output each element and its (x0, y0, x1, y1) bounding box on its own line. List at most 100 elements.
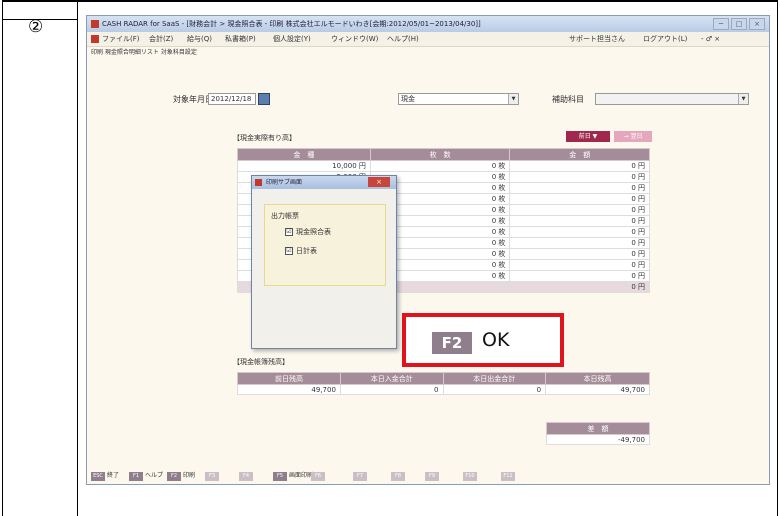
app-icon (91, 20, 99, 28)
column-header-amount: 金 額 (509, 148, 650, 161)
amount-cell: 0 円 (509, 248, 650, 260)
menu-mailbox[interactable]: 私書箱(P) (225, 32, 256, 46)
function-key-bar: ESC 終了 F1 ヘルプ F2 印刷 F3 F4 F5 画面印刷 F6 F7 F8 F9 F10 F11 (87, 468, 769, 484)
ok-button-callout[interactable]: F2 OK (402, 313, 564, 367)
fkey-f4[interactable]: F4 (239, 471, 255, 481)
fkey-f11[interactable]: F11 (501, 471, 517, 481)
dialog-close-button[interactable]: × (368, 177, 390, 187)
menu-payroll[interactable]: 給与(Q) (187, 32, 212, 46)
window-controls: ─ □ × (713, 18, 765, 30)
column-header-count: 枚 数 (369, 148, 511, 161)
calendar-icon[interactable] (258, 93, 270, 105)
menu-file[interactable]: ファイル(F) (102, 32, 140, 46)
prev-balance-value: 49,700 (237, 384, 341, 395)
amount-cell: 0 円 (509, 237, 650, 249)
ok-button-label: OK (482, 329, 510, 351)
fkey-f7[interactable]: F7 (353, 471, 369, 481)
amount-cell: 0 円 (509, 259, 650, 271)
fkey-f8[interactable]: F8 (391, 471, 407, 481)
cash-table-header: 金 種 枚 数 金 額 (237, 148, 650, 161)
fkey-f5[interactable]: F5 画面印刷 (273, 471, 314, 481)
fkey-badge: F3 (205, 472, 219, 481)
diff-table: 差 額 -49,700 (546, 422, 650, 445)
fkey-badge: ESC (91, 472, 105, 481)
fkey-label: ヘルプ (145, 472, 164, 479)
diff-label: 差 額 (546, 422, 650, 435)
book-balance-table: 前日残高 本日入金合計 本日出金合計 本日残高 49,700 0 0 49,70… (237, 372, 650, 395)
step-number: ② (28, 17, 44, 37)
menu-extra-controls[interactable]: - ♂ × (701, 32, 720, 46)
minimize-button[interactable]: ─ (713, 18, 729, 30)
amount-cell: 0 円 (509, 204, 650, 216)
table-row: 10,000 円0 枚0 円 (237, 160, 650, 172)
account-value: 現金 (401, 95, 415, 103)
fkey-f3[interactable]: F3 (205, 471, 221, 481)
sub-account-select[interactable]: ▼ (595, 93, 749, 105)
window-titlebar: CASH RADAR for SaaS - [財務会計 > 現金照合表 - 印刷… (87, 16, 769, 32)
checkbox-label: 日計表 (296, 247, 317, 255)
fkey-label: 終了 (107, 472, 120, 479)
amount-cell: 0 円 (509, 226, 650, 238)
checkbox-cash-report[interactable]: ☑ 現金照合表 (285, 227, 331, 237)
print-sub-dialog: 印刷サブ画面 × 出力帳票 ☑ 現金照合表 ☑ 日計表 (251, 175, 397, 349)
fkey-label: 印刷 (183, 472, 196, 479)
fkey-badge: F5 (273, 472, 287, 481)
menu-accounting[interactable]: 会計(Z) (149, 32, 173, 46)
fkey-badge: F6 (311, 472, 325, 481)
logout-link[interactable]: ログアウト(L) (643, 32, 687, 46)
fkey-f9[interactable]: F9 (425, 471, 441, 481)
maximize-button[interactable]: □ (731, 18, 747, 30)
menu-personal-settings[interactable]: 個人設定(Y) (273, 32, 311, 46)
account-select[interactable]: 現金 ▼ (398, 93, 519, 105)
fkey-f10[interactable]: F10 (463, 471, 479, 481)
menu-app-icon (91, 35, 99, 43)
amount-cell: 0 円 (509, 171, 650, 183)
dialog-title: 印刷サブ画面 (266, 179, 303, 186)
today-balance-value: 49,700 (545, 384, 650, 395)
checkbox-daily-report[interactable]: ☑ 日計表 (285, 246, 317, 256)
column-header-today-balance: 本日残高 (545, 372, 650, 385)
column-header-income-total: 本日入金合計 (339, 372, 444, 385)
fkey-f2[interactable]: F2 印刷 (167, 471, 196, 481)
column-header-prev-balance: 前日残高 (237, 372, 341, 385)
cash-section-title: 【現金実際有り高】 (233, 134, 296, 142)
menu-help[interactable]: ヘルプ(H) (387, 32, 419, 46)
income-total-value: 0 (339, 384, 444, 395)
denomination-cell: 10,000 円 (237, 160, 371, 172)
user-name: サポート担当さん (569, 35, 625, 43)
fkey-f1[interactable]: F1 ヘルプ (129, 471, 164, 481)
amount-cell: 0 円 (509, 193, 650, 205)
checkbox-label: 現金照合表 (296, 228, 331, 236)
group-title: 出力帳票 (271, 212, 299, 220)
checkbox-icon[interactable]: ☑ (285, 247, 293, 255)
amount-cell: 0 円 (509, 270, 650, 282)
output-options-group: 出力帳票 ☑ 現金照合表 ☑ 日計表 (264, 204, 386, 286)
amount-cell: 0 円 (509, 182, 650, 194)
chevron-down-icon[interactable]: ▼ (738, 94, 748, 104)
f2-key-badge: F2 (432, 332, 472, 354)
prev-day-button[interactable]: 前日 ▼ (566, 131, 610, 142)
window-title: CASH RADAR for SaaS - [財務会計 > 現金照合表 - 印刷… (102, 20, 481, 28)
book-table-header: 前日残高 本日入金合計 本日出金合計 本日残高 (237, 372, 650, 385)
fkey-label: 画面印刷 (289, 472, 314, 479)
app-screenshot: CASH RADAR for SaaS - [財務会計 > 現金照合表 - 印刷… (86, 15, 770, 485)
chevron-down-icon[interactable]: ▼ (508, 94, 518, 104)
fkey-badge: F7 (353, 472, 367, 481)
count-cell: 0 枚 (369, 160, 511, 172)
date-input[interactable]: 2012/12/18 (208, 93, 256, 105)
fkey-esc[interactable]: ESC 終了 (91, 471, 120, 481)
close-window-button[interactable]: × (749, 18, 765, 30)
menu-bar: ファイル(F) 会計(Z) 給与(Q) 私書箱(P) 個人設定(Y) ウィンドウ… (87, 32, 769, 47)
checkbox-icon[interactable]: ☑ (285, 228, 293, 236)
next-day-button[interactable]: → 翌日 (614, 131, 652, 142)
sub-account-label: 補助科目 (552, 95, 584, 104)
breadcrumb: 印刷 現金照合明細リスト 対象科目設定 (91, 49, 197, 56)
fkey-badge: F11 (501, 472, 515, 481)
dialog-app-icon (255, 179, 262, 186)
table-row: 49,700 0 0 49,700 (237, 384, 650, 395)
menu-window[interactable]: ウィンドウ(W) (331, 32, 378, 46)
date-label: 対象年月日 (173, 95, 213, 104)
diff-value: -49,700 (546, 434, 650, 445)
fkey-badge: F9 (425, 472, 439, 481)
fkey-f6[interactable]: F6 (311, 471, 327, 481)
